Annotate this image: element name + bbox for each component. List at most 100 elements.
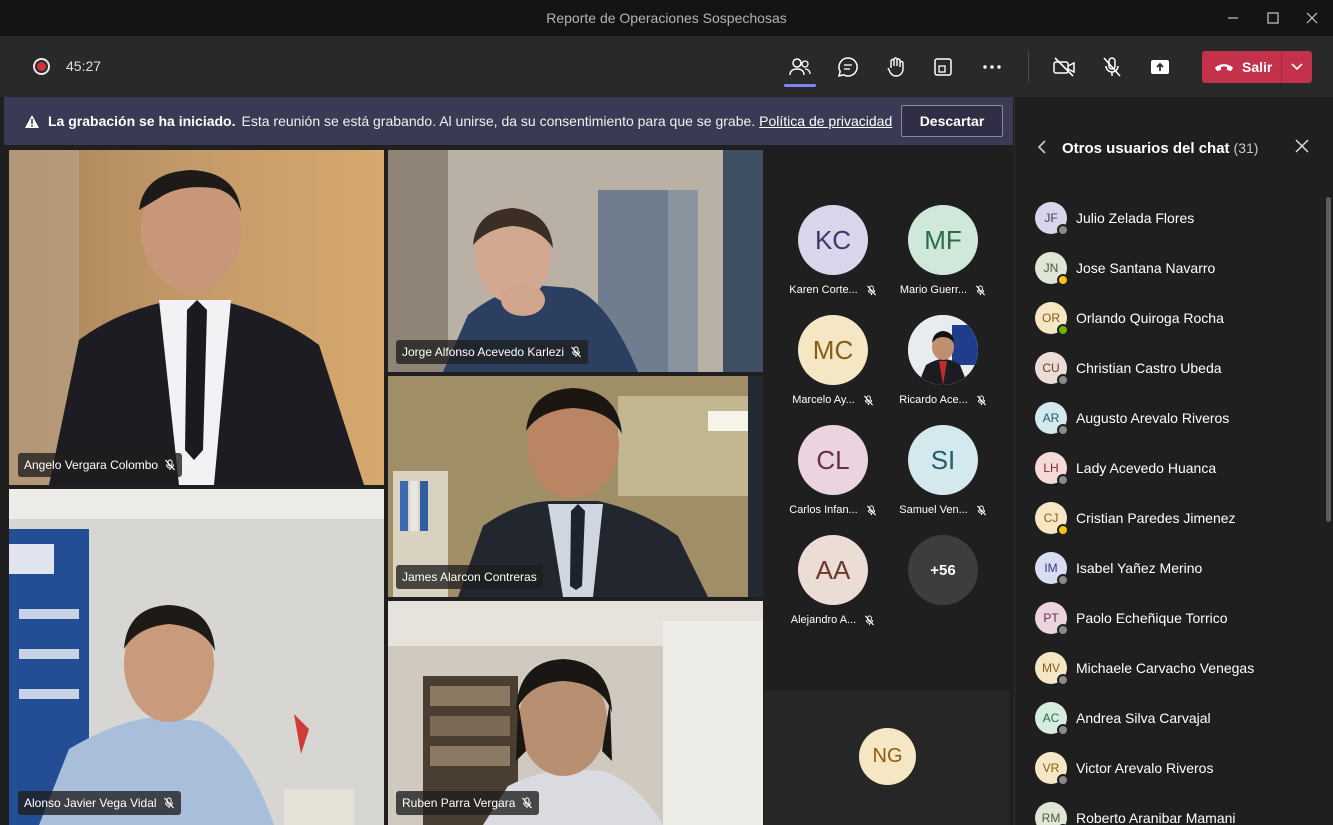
presence-status-icon: [1057, 474, 1069, 486]
muted-mic-icon: [163, 797, 174, 809]
leave-button[interactable]: Salir: [1202, 51, 1312, 83]
close-panel-icon[interactable]: [1295, 139, 1309, 153]
roster-name-row: Marcelo Ay...: [778, 394, 888, 406]
chat-user-row[interactable]: AC Andrea Silva Carvajal: [1035, 700, 1315, 736]
roster-participant[interactable]: Ricardo Ace...: [888, 312, 998, 412]
more-participants-button[interactable]: +56: [888, 532, 998, 632]
more-options-button[interactable]: [975, 50, 1009, 84]
avatar: JN: [1035, 252, 1069, 286]
chevron-down-icon: [1291, 63, 1303, 71]
raise-hand-icon: [887, 57, 904, 77]
video-tile[interactable]: Jorge Alfonso Acevedo Karlezi: [388, 150, 763, 372]
presence-status-icon: [1057, 324, 1069, 336]
muted-mic-icon: [863, 394, 873, 405]
presence-status-icon: [1057, 274, 1069, 286]
chat-user-row[interactable]: CJ Cristian Paredes Jimenez: [1035, 500, 1315, 536]
more-icon: [983, 65, 1001, 69]
banner-text: La grabación se ha iniciado. Esta reunión…: [48, 113, 892, 129]
muted-mic-icon: [976, 284, 986, 295]
chat-user-name: Augusto Arevalo Riveros: [1076, 410, 1230, 426]
dismiss-button[interactable]: Descartar: [901, 105, 1003, 137]
leave-dropdown-button[interactable]: [1282, 51, 1312, 83]
video-tile[interactable]: Angelo Vergara Colombo: [9, 150, 384, 485]
window-title: Reporte de Operaciones Sospechosas: [546, 10, 787, 26]
muted-mic-icon: [866, 284, 876, 295]
leave-main-action[interactable]: Salir: [1202, 51, 1282, 83]
panel-title: Otros usuarios del chat (31): [1062, 140, 1258, 157]
avatar: RM: [1035, 802, 1069, 825]
participants-button[interactable]: [783, 50, 817, 84]
chat-user-row[interactable]: IM Isabel Yañez Merino: [1035, 550, 1315, 586]
raise-hand-button[interactable]: [879, 50, 913, 84]
people-icon: [789, 58, 811, 76]
chat-user-row[interactable]: JN Jose Santana Navarro: [1035, 250, 1315, 286]
roster-name-row: Ricardo Ace...: [888, 394, 998, 406]
banner-bold-text: La grabación se ha iniciado.: [48, 113, 236, 129]
mic-toggle-button[interactable]: [1095, 50, 1129, 84]
chat-user-row[interactable]: MV Michaele Carvacho Venegas: [1035, 650, 1315, 686]
share-screen-button[interactable]: [1143, 50, 1177, 84]
avatar: SI: [908, 425, 978, 495]
panel-scrollbar[interactable]: [1326, 197, 1331, 522]
roster-participant[interactable]: SI Samuel Ven...: [888, 422, 998, 522]
chat-icon: [837, 57, 858, 78]
back-chevron-icon[interactable]: [1037, 139, 1047, 155]
roster-participant[interactable]: KC Karen Corte...: [778, 202, 888, 302]
close-window-button[interactable]: [1292, 0, 1332, 36]
chat-user-row[interactable]: VR Victor Arevalo Riveros: [1035, 750, 1315, 786]
meeting-toolbar: 45:27 Salir: [0, 36, 1333, 97]
chat-user-name: Jose Santana Navarro: [1076, 260, 1216, 276]
share-screen-icon: [1151, 60, 1169, 74]
toolbar-divider: [1028, 51, 1029, 83]
presence-status-icon: [1057, 524, 1069, 536]
rooms-button[interactable]: [926, 50, 960, 84]
avatar: CU: [1035, 352, 1069, 386]
avatar: NG: [859, 728, 916, 785]
chat-user-row[interactable]: CU Christian Castro Ubeda: [1035, 350, 1315, 386]
participant-video: [9, 489, 384, 825]
video-tile-active-speaker[interactable]: James Alarcon Contreras: [388, 376, 763, 597]
participant-name-tag: Alonso Javier Vega Vidal: [18, 791, 181, 815]
chat-user-name: Julio Zelada Flores: [1076, 210, 1195, 226]
privacy-policy-link[interactable]: Política de privacidad: [759, 113, 892, 129]
presence-status-icon: [1057, 574, 1069, 586]
muted-mic-icon: [976, 504, 986, 515]
roster-participant[interactable]: CL Carlos Infan...: [778, 422, 888, 522]
chat-participants-panel: Otros usuarios del chat (31) JF Julio Zela…: [1014, 97, 1333, 825]
extra-participant-tile[interactable]: NG: [764, 690, 1009, 825]
presence-status-icon: [1057, 374, 1069, 386]
participant-video: [388, 150, 763, 372]
chat-user-row[interactable]: LH Lady Acevedo Huanca: [1035, 450, 1315, 486]
presence-status-icon: [1057, 424, 1069, 436]
breakout-rooms-icon: [934, 58, 952, 76]
chat-user-row[interactable]: RM Roberto Aranibar Mamani: [1035, 800, 1315, 825]
roster-participant[interactable]: MC Marcelo Ay...: [778, 312, 888, 412]
chat-button[interactable]: [831, 50, 865, 84]
participant-video: [388, 376, 763, 597]
camera-off-icon: [1053, 57, 1075, 77]
roster-participant[interactable]: MF Mario Guerr...: [888, 202, 998, 302]
profile-photo: [908, 315, 978, 385]
video-tile[interactable]: Ruben Parra Vergara: [388, 601, 763, 825]
camera-toggle-button[interactable]: [1047, 50, 1081, 84]
meeting-timer: 45:27: [66, 58, 102, 74]
avatar-initials: RM: [1041, 811, 1061, 825]
minimize-button[interactable]: [1213, 0, 1253, 36]
chat-user-name: Christian Castro Ubeda: [1076, 360, 1222, 376]
avatar: MC: [798, 315, 868, 385]
participant-name: Samuel Ven...: [899, 504, 968, 516]
avatar-initials: LH: [1043, 461, 1059, 475]
avatar-initials: CJ: [1043, 511, 1059, 525]
chat-user-row[interactable]: JF Julio Zelada Flores: [1035, 200, 1315, 236]
avatar: OR: [1035, 302, 1069, 336]
maximize-button[interactable]: [1253, 0, 1293, 36]
chat-user-row[interactable]: PT Paolo Echeñique Torrico: [1035, 600, 1315, 636]
video-tile[interactable]: Alonso Javier Vega Vidal: [9, 489, 384, 825]
chat-user-row[interactable]: OR Orlando Quiroga Rocha: [1035, 300, 1315, 336]
chat-user-row[interactable]: AR Augusto Arevalo Riveros: [1035, 400, 1315, 436]
avatar-photo: [908, 315, 978, 385]
maximize-icon: [1267, 12, 1279, 24]
avatar-initials: CU: [1042, 361, 1060, 375]
avatar: IM: [1035, 552, 1069, 586]
roster-participant[interactable]: AA Alejandro A...: [778, 532, 888, 632]
